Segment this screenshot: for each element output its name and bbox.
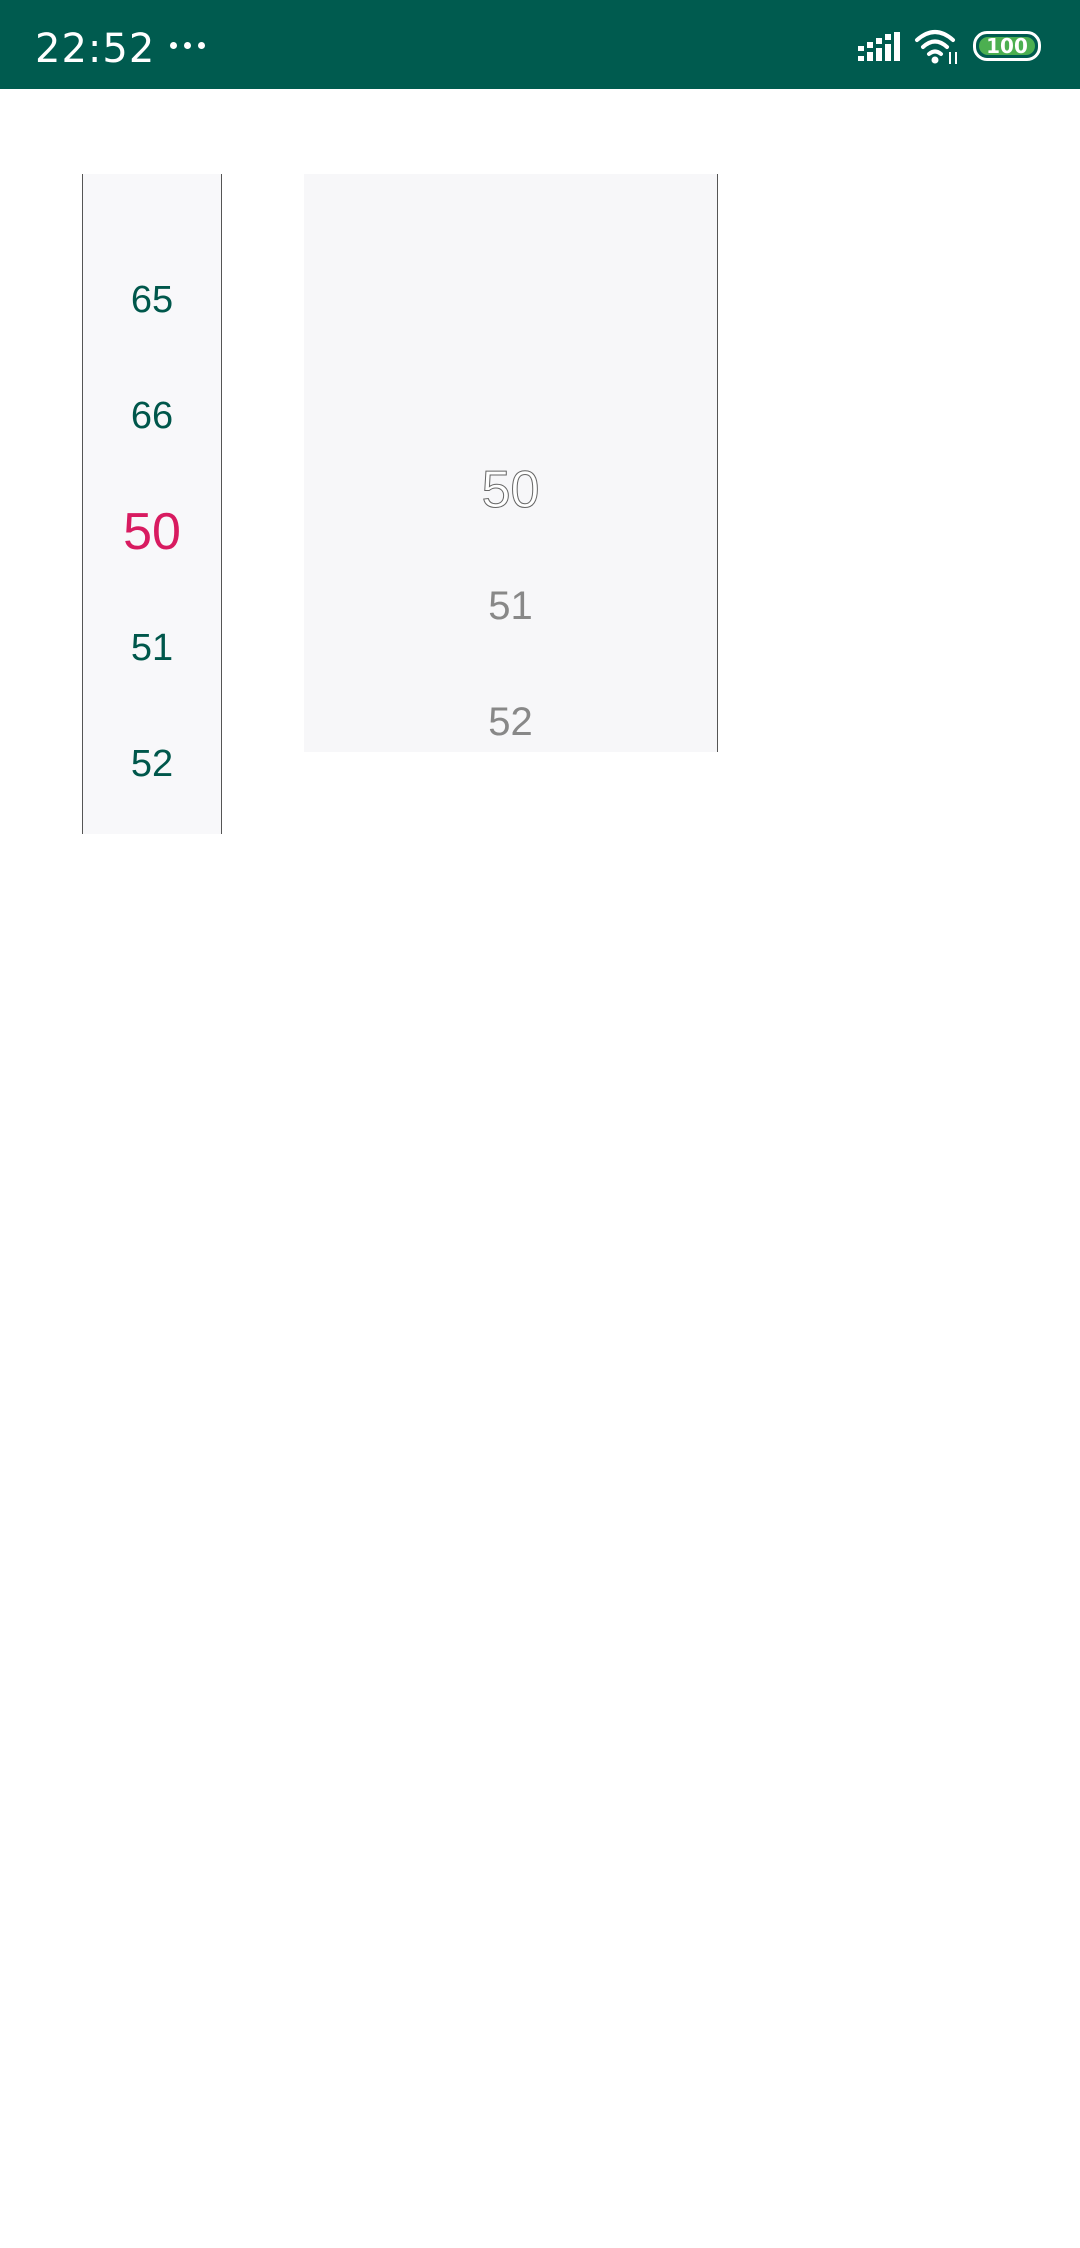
battery-level: 100	[986, 34, 1028, 58]
picker-left-item[interactable]: 65	[83, 270, 221, 330]
picker-left-item[interactable]: 51	[83, 618, 221, 678]
battery-icon: 100	[973, 31, 1041, 61]
battery-fill: 100	[979, 34, 1035, 58]
wifi-icon	[915, 30, 957, 64]
picker-right-item[interactable]: 51	[304, 576, 717, 636]
more-dots-icon	[168, 42, 208, 50]
status-time: 22:52	[35, 26, 156, 72]
picker-right-selected-item[interactable]: 50	[304, 460, 717, 520]
status-bar: 22:52 100	[0, 0, 1080, 89]
picker-right-item[interactable]: 52	[304, 692, 717, 752]
number-picker-left[interactable]: 65 66 50 51 52	[82, 174, 222, 834]
picker-left-item[interactable]: 66	[83, 386, 221, 446]
signal-icon	[858, 32, 900, 61]
picker-left-selected-item[interactable]: 50	[83, 502, 221, 562]
number-picker-right[interactable]: 50 51 52	[304, 174, 718, 752]
picker-left-item[interactable]: 52	[83, 734, 221, 794]
